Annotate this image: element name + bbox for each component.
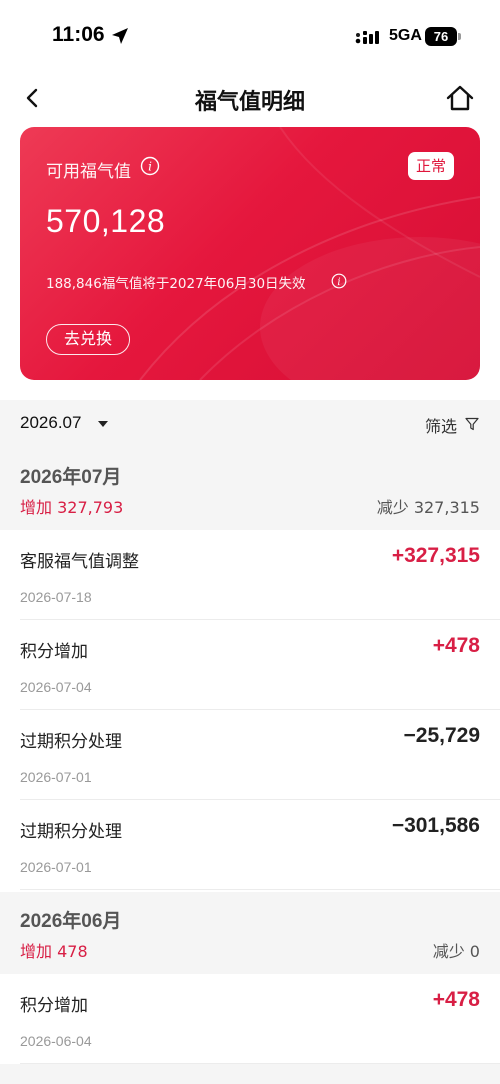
month-header: 2026年06月 增加 478 减少 0 (0, 892, 500, 974)
record-amount: +478 (432, 988, 480, 1011)
info-icon[interactable]: i (140, 156, 160, 176)
month-header: 2026年07月 增加 327,793 减少 327,315 (0, 448, 500, 530)
month-increase: 增加 327,793 (20, 498, 124, 517)
record-date: 2026-07-18 (20, 589, 92, 605)
filter-icon[interactable] (465, 417, 479, 431)
record-row[interactable]: 客服福气值调整 +327,315 2026-07-18 (0, 530, 500, 620)
record-row[interactable]: 积分增加 +478 2026-07-04 (0, 620, 500, 710)
record-date: 2026-07-01 (20, 769, 92, 785)
record-date: 2026-06-04 (20, 1033, 92, 1049)
signal-icon (355, 31, 379, 44)
record-title: 过期积分处理 (20, 822, 122, 842)
status-badge: 正常 (408, 152, 454, 180)
month-title: 2026年07月 (20, 467, 122, 488)
month-increase: 增加 478 (20, 942, 88, 961)
battery-tip (458, 33, 461, 40)
bottom-spacer (0, 1064, 500, 1084)
expire-note: 188,846福气值将于2027年06月30日失效 (46, 276, 306, 292)
month-title: 2026年06月 (20, 911, 122, 932)
filter-button[interactable]: 筛选 (425, 413, 457, 437)
record-title: 积分增加 (20, 996, 88, 1016)
record-amount: +478 (432, 634, 480, 657)
svg-text:i: i (337, 277, 340, 288)
record-row[interactable]: 积分增加 +478 2026-06-04 (0, 974, 500, 1064)
filter-bar: 2026.07 筛选 (0, 400, 500, 448)
record-amount: −25,729 (403, 724, 481, 747)
svg-text:i: i (148, 160, 152, 174)
points-amount: 570,128 (46, 203, 166, 239)
record-date: 2026-07-04 (20, 679, 92, 695)
nav-bar: 福气值明细 (0, 70, 500, 126)
record-title: 过期积分处理 (20, 732, 122, 752)
month-decrease: 减少 0 (432, 942, 480, 961)
record-row[interactable]: 过期积分处理 −301,586 2026-07-01 (0, 800, 500, 890)
month-select[interactable]: 2026.07 (20, 413, 81, 433)
network-label: 5GA (389, 27, 422, 44)
points-card: 可用福气值 i 正常 570,128 188,846福气值将于2027年06月3… (20, 127, 480, 380)
status-time: 11:06 (52, 23, 105, 46)
status-bar: 11:06 5GA 76 (0, 0, 500, 68)
exchange-button[interactable]: 去兑换 (46, 324, 130, 355)
battery-icon: 76 (425, 27, 457, 46)
record-amount: +327,315 (391, 544, 480, 567)
record-date: 2026-07-01 (20, 859, 92, 875)
record-amount: −301,586 (391, 814, 480, 837)
month-decrease: 减少 327,315 (376, 498, 480, 517)
home-icon[interactable] (444, 82, 476, 114)
page-title: 福气值明细 (194, 90, 305, 115)
record-title: 积分增加 (20, 642, 88, 662)
caret-down-icon[interactable] (98, 421, 108, 427)
info-icon[interactable]: i (331, 273, 347, 289)
record-title: 客服福气值调整 (20, 552, 139, 572)
location-arrow-icon (112, 28, 128, 44)
card-label: 可用福气值 (46, 162, 131, 182)
record-row[interactable]: 过期积分处理 −25,729 2026-07-01 (0, 710, 500, 800)
